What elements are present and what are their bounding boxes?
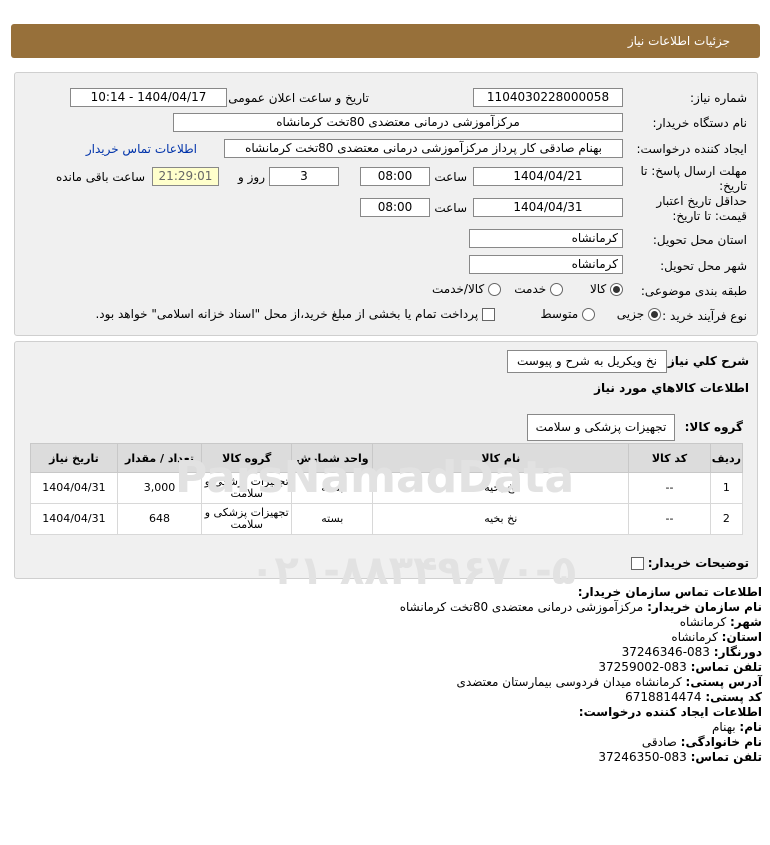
table-header-row: ردیف کد کالا نام کالا واحد شمارش گروه کا… [30, 443, 744, 473]
category-option-goods-service[interactable]: کالا/خدمت [432, 282, 501, 296]
announce-label: تاریخ و ساعت اعلان عمومی: [224, 91, 369, 105]
contact-city: کرمانشاه [679, 615, 727, 629]
contact-address: کرمانشاه میدان فردوسی بیمارستان معتضدی [456, 675, 682, 689]
buyer-org-label: نام دستگاه خریدار: [652, 116, 748, 130]
contact-org: مرکزآموزشی درمانی معتضدی 80تخت کرمانشاه [399, 600, 644, 614]
goods-info-title: اطلاعات کالاهاي مورد نياز [594, 381, 749, 395]
col-qty-header: تعداد / مقدار [116, 443, 203, 473]
treasury-payment-option[interactable]: پرداخت تمام یا بخشی از مبلغ خرید،از محل … [95, 307, 495, 321]
validity-date-label: قیمت: تا تاریخ: [672, 209, 747, 223]
days-field: 3 [269, 167, 339, 186]
cell-name: نخ بخیه [372, 472, 630, 504]
creator-name: بهنام [711, 720, 736, 734]
table-row: 1 -- نخ بخیه بسته تجهیزات پزشکی و سلامت … [30, 472, 744, 504]
validity-date-field: 1404/04/31 [473, 198, 623, 217]
need-description-label: شرح کلي نياز: [663, 354, 749, 368]
cell-row: 1 [709, 472, 744, 504]
page-title: جزئیات اطلاعات نیاز [627, 34, 730, 48]
radio-selected-icon[interactable] [648, 308, 661, 321]
buyer-notes-label: توضیحات خریدار: [630, 556, 749, 570]
table-row: 2 -- نخ بخیه بسته تجهیزات پزشکی و سلامت … [30, 503, 744, 535]
contact-title: اطلاعات تماس سازمان خریدار: [577, 585, 762, 599]
cell-date: 1404/04/31 [30, 503, 118, 535]
cell-unit: بسته [291, 472, 374, 504]
radio-empty-icon[interactable] [488, 283, 501, 296]
cell-date: 1404/04/31 [30, 472, 118, 504]
buyer-contact-link[interactable]: اطلاعات تماس خریدار [86, 142, 197, 156]
cell-row: 2 [709, 503, 744, 535]
contact-phone: 083-37259002 [598, 660, 687, 674]
radio-empty-icon[interactable] [550, 283, 563, 296]
creator-label: ایجاد کننده درخواست: [636, 142, 747, 156]
creator-family: صادقی [641, 735, 677, 749]
process-option-minor[interactable]: جزیی [617, 307, 661, 321]
buyer-notes-checkbox[interactable] [630, 557, 644, 570]
validity-time-label: ساعت [434, 201, 467, 215]
announce-field: 1404/04/17 - 10:14 [70, 88, 227, 107]
col-unit-header: واحد شمارش [291, 443, 374, 473]
city-field: کرمانشاه [469, 255, 623, 274]
need-description-field: نخ ویکریل به شرح و پیوست [507, 350, 667, 373]
cell-code: -- [628, 503, 711, 535]
cell-group: تجهیزات پزشکی و سلامت [201, 503, 293, 535]
creator-phone: 083-37246350 [598, 750, 687, 764]
province-label: استان محل تحویل: [652, 233, 747, 247]
radio-empty-icon[interactable] [582, 308, 595, 321]
days-label: روز و [238, 170, 265, 184]
validity-label: حداقل تاریخ اعتبار [656, 194, 747, 208]
contact-info: اطلاعات تماس سازمان خریدار: نام سازمان خ… [399, 585, 762, 764]
need-number-label: شماره نیاز: [690, 91, 747, 105]
creator-field: بهنام صادقی کار پرداز مرکزآموزشی درمانی … [224, 139, 623, 158]
category-label: طبقه بندی موضوعی: [640, 284, 747, 298]
col-row-header: ردیف [709, 443, 744, 473]
goods-group-label: گروه کالا: [684, 420, 743, 434]
page-header: جزئیات اطلاعات نیاز [11, 24, 760, 58]
cell-group: تجهیزات پزشکی و سلامت [201, 472, 293, 504]
contact-postal: 6718814474 [625, 690, 702, 704]
goods-table: ردیف کد کالا نام کالا واحد شمارش گروه کا… [30, 443, 744, 535]
col-date-header: تاریخ نیاز [30, 443, 118, 473]
deadline-date-label: تاریخ: [719, 179, 747, 193]
cell-unit: بسته [291, 503, 374, 535]
cell-code: -- [628, 472, 711, 504]
col-group-header: گروه کالا [201, 443, 293, 473]
deadline-time-field: 08:00 [360, 167, 430, 186]
col-name-header: نام کالا [372, 443, 630, 473]
deadline-label: مهلت ارسال پاسخ: تا [640, 164, 747, 178]
validity-time-field: 08:00 [360, 198, 430, 217]
col-code-header: کد کالا [628, 443, 711, 473]
creator-info-title: اطلاعات ایجاد کننده درخواست: [578, 705, 762, 719]
goods-panel: شرح کلي نياز: نخ ویکریل به شرح و پیوست ا… [14, 341, 758, 579]
process-option-medium[interactable]: متوسط [540, 307, 595, 321]
radio-selected-icon[interactable] [610, 283, 623, 296]
contact-fax: 083-37246346 [621, 645, 710, 659]
category-option-goods[interactable]: کالا [590, 282, 623, 296]
process-label: نوع فرآیند خرید : [662, 309, 747, 323]
cell-qty: 648 [116, 503, 203, 535]
deadline-date-field: 1404/04/21 [473, 167, 623, 186]
checkbox-icon[interactable] [482, 308, 495, 321]
buyer-org-field: مرکزآموزشی درمانی معتضدی 80تخت کرمانشاه [173, 113, 623, 132]
need-details-panel: شماره نیاز: 1104030228000058 تاریخ و ساع… [14, 72, 758, 336]
remaining-label: ساعت باقی مانده [55, 170, 145, 184]
cell-qty: 3,000 [116, 472, 203, 504]
city-label: شهر محل تحویل: [660, 259, 747, 273]
category-option-service[interactable]: خدمت [514, 282, 563, 296]
need-number-field: 1104030228000058 [473, 88, 623, 107]
remaining-time-field: 21:29:01 [152, 167, 219, 186]
province-field: کرمانشاه [469, 229, 623, 248]
deadline-time-label: ساعت [434, 170, 467, 184]
cell-name: نخ بخیه [372, 503, 630, 535]
goods-group-field: تجهیزات پزشکی و سلامت [527, 414, 675, 441]
contact-province: کرمانشاه [671, 630, 718, 644]
